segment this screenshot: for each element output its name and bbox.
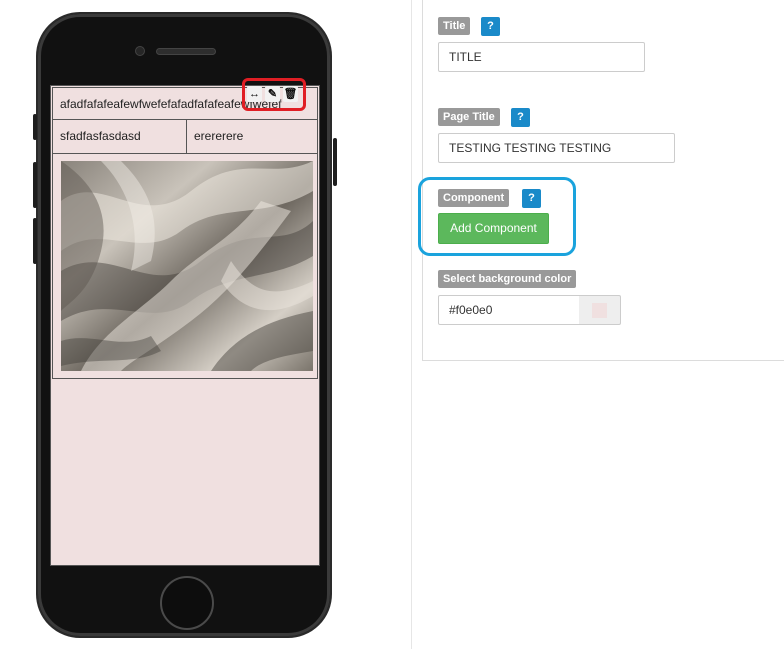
phone-volume-up bbox=[33, 162, 37, 208]
phone-volume-down bbox=[33, 218, 37, 264]
delete-icon[interactable]: 🗑 bbox=[283, 86, 298, 102]
phone-side-button bbox=[33, 114, 37, 140]
phone-speaker bbox=[156, 48, 216, 55]
fabric-image bbox=[61, 161, 313, 371]
image-row[interactable] bbox=[52, 154, 318, 379]
column-cell-left: sfadfasfasdasd bbox=[53, 120, 187, 153]
phone-camera bbox=[135, 46, 145, 56]
resize-icon[interactable]: ↔ bbox=[247, 86, 262, 102]
bg-color-input[interactable]: #f0e0e0 bbox=[438, 295, 580, 325]
title-help-button[interactable]: ? bbox=[481, 17, 500, 36]
title-label: Title bbox=[438, 17, 471, 35]
page-title-label: Page Title bbox=[438, 108, 500, 126]
add-component-button[interactable]: Add Component bbox=[438, 213, 549, 244]
panel-divider bbox=[411, 0, 412, 649]
title-input[interactable]: TITLE bbox=[438, 42, 645, 72]
component-label: Component bbox=[438, 189, 510, 207]
component-help-button[interactable]: ? bbox=[522, 189, 541, 208]
app-stage: afadfafafeafewfwefefafadfafafeafewfwefef… bbox=[0, 0, 784, 649]
color-swatch bbox=[592, 303, 607, 318]
phone-home-button bbox=[160, 576, 214, 630]
phone-preview: afadfafafeafewfwefefafadfafafeafewfwefef… bbox=[33, 12, 337, 638]
two-column-row[interactable]: sfadfasfasdasd erererere bbox=[52, 120, 318, 154]
column-cell-right: erererere bbox=[194, 129, 244, 143]
edit-icon[interactable]: ✎ bbox=[265, 86, 280, 102]
page-title-input[interactable]: TESTING TESTING TESTING bbox=[438, 133, 675, 163]
phone-power-button bbox=[333, 138, 337, 186]
image-toolbar-highlight: ↔ ✎ 🗑 bbox=[242, 78, 306, 111]
page-title-help-button[interactable]: ? bbox=[511, 108, 530, 127]
color-picker-button[interactable] bbox=[579, 295, 621, 325]
bg-color-label: Select background color bbox=[438, 270, 577, 288]
phone-screen: afadfafafeafewfwefefafadfafafeafewfwefef… bbox=[50, 85, 320, 566]
